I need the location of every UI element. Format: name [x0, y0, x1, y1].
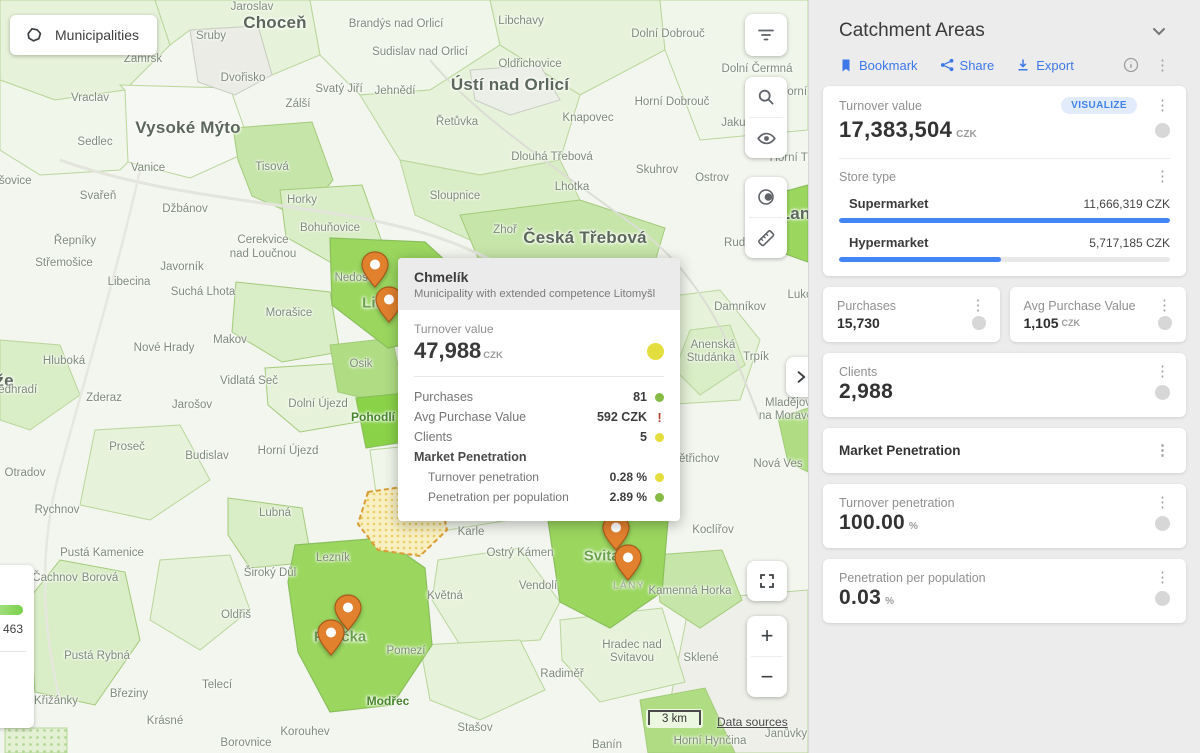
export-button[interactable]: Export: [1016, 58, 1074, 73]
metric-toggle[interactable]: [1155, 123, 1170, 138]
map-legend: 463: [0, 565, 34, 728]
sidebar-collapse-button[interactable]: [786, 357, 808, 397]
hypermarket-bar: [839, 257, 1170, 262]
map-pin[interactable]: [361, 251, 389, 289]
map-canvas[interactable]: JaroslavSrubyChoceňBrandýs nad OrlicíSud…: [0, 0, 808, 753]
ruler-icon: [756, 228, 776, 248]
kebab-menu-icon[interactable]: ⋮: [1147, 570, 1170, 585]
region-outline-icon: [24, 25, 44, 45]
status-dot-yellow: [655, 433, 664, 442]
data-sources-link[interactable]: Data sources: [717, 715, 788, 729]
penetration-population-card: Penetration per population ⋮ 0.03 %: [823, 559, 1186, 623]
kebab-menu-icon[interactable]: ⋮: [1155, 58, 1170, 73]
clients-card: Clients ⋮ 2,988: [823, 353, 1186, 417]
search-icon: [756, 87, 776, 107]
page-title: Catchment Areas: [839, 20, 985, 42]
fullscreen-button[interactable]: [747, 561, 787, 601]
municipalities-label: Municipalities: [55, 27, 139, 43]
popup-turnover-value: 47,988: [414, 338, 481, 364]
zoom-in-button[interactable]: +: [747, 616, 787, 656]
turnover-unit: CZK: [956, 129, 977, 140]
sidebar: Catchment Areas Bookmark Share Expo: [808, 0, 1200, 753]
turnover-penetration-card: Turnover penetration ⋮ 100.00 %: [823, 484, 1186, 548]
kebab-menu-icon[interactable]: ⋮: [1149, 298, 1172, 313]
visibility-button[interactable]: [745, 118, 787, 158]
store-type-section: Store type ⋮ Supermarket 11,666,319 CZK …: [823, 159, 1186, 276]
metric-toggle[interactable]: [1155, 591, 1170, 606]
chevron-down-icon[interactable]: [1148, 20, 1170, 42]
kebab-menu-icon[interactable]: ⋮: [1147, 98, 1170, 113]
kebab-menu-icon[interactable]: ⋮: [1147, 169, 1170, 184]
scale-bar: 3 km: [646, 709, 703, 728]
popup-subtitle: Municipality with extended competence Li…: [414, 288, 664, 300]
metric-toggle[interactable]: [972, 316, 986, 330]
map-pin[interactable]: [317, 619, 345, 657]
store-type-label: Store type: [839, 170, 896, 184]
legend-max-value: 463: [3, 622, 23, 636]
scale-label: 3 km: [648, 710, 701, 725]
purchases-card: Purchases ⋮ 15,730: [823, 287, 1000, 342]
popup-turnover-label: Turnover value: [414, 322, 664, 336]
fullscreen-icon: [757, 571, 777, 591]
status-dot-green: [655, 493, 664, 502]
popup-row-penetration-population: Penetration per population2.89 %: [414, 487, 664, 507]
metric-toggle[interactable]: [1155, 516, 1170, 531]
turnover-card: Turnover value VISUALIZE ⋮ 17,383,504 CZ…: [823, 86, 1186, 276]
info-icon[interactable]: [1123, 57, 1139, 73]
zoom-controls: + −: [747, 616, 787, 697]
search-button[interactable]: [745, 77, 787, 117]
kebab-menu-icon[interactable]: ⋮: [1147, 364, 1170, 379]
filter-icon: [756, 25, 776, 45]
contrast-icon: [756, 187, 776, 207]
contrast-button[interactable]: [745, 177, 787, 217]
popup-turnover-unit: CZK: [483, 350, 503, 361]
penetration-population-value: 0.03: [839, 586, 881, 610]
popup-header: Chmelík Municipality with extended compe…: [398, 258, 680, 310]
map-pin[interactable]: [614, 544, 642, 582]
export-icon: [1016, 58, 1030, 72]
filter-button[interactable]: [745, 14, 787, 56]
popup-row-avg-purchase: Avg Purchase Value592 CZK !: [414, 407, 664, 427]
kebab-menu-icon[interactable]: ⋮: [963, 298, 986, 313]
avg-purchase-card: Avg Purchase Value ⋮ 1,105 CZK: [1010, 287, 1187, 342]
eye-icon: [756, 128, 777, 149]
municipality-popup: Chmelík Municipality with extended compe…: [398, 258, 680, 521]
market-penetration-card: Market Penetration ⋮: [823, 428, 1186, 473]
turnover-penetration-value: 100.00: [839, 511, 905, 535]
alert-exclamation-icon: !: [655, 410, 664, 425]
kebab-menu-icon[interactable]: ⋮: [1147, 443, 1170, 458]
clients-value: 2,988: [839, 380, 893, 404]
zoom-out-button[interactable]: −: [747, 657, 787, 697]
status-dot-yellow: [647, 343, 664, 360]
status-dot-yellow: [655, 473, 664, 482]
bookmark-button[interactable]: Bookmark: [839, 58, 918, 73]
metric-toggle[interactable]: [1155, 385, 1170, 400]
kebab-menu-icon[interactable]: ⋮: [1147, 495, 1170, 510]
visualize-badge[interactable]: VISUALIZE: [1061, 97, 1137, 114]
popup-section-title: Market Penetration: [414, 447, 664, 467]
store-row-supermarket: Supermarket 11,666,319 CZK: [839, 184, 1170, 223]
legend-gradient: [0, 605, 23, 615]
popup-row-purchases: Purchases81: [414, 387, 664, 407]
avg-purchase-value: 1,105: [1024, 315, 1059, 331]
popup-row-clients: Clients5: [414, 427, 664, 447]
measure-button[interactable]: [745, 218, 787, 258]
contrast-measure-group: [745, 177, 787, 258]
purchases-value: 15,730: [837, 315, 880, 331]
popup-row-turnover-penetration: Turnover penetration0.28 %: [414, 467, 664, 487]
chevron-right-icon: [793, 369, 808, 385]
search-visibility-group: [745, 77, 787, 158]
metric-toggle[interactable]: [1158, 316, 1172, 330]
store-row-hypermarket: Hypermarket 5,717,185 CZK: [839, 223, 1170, 262]
status-dot-green: [655, 393, 664, 402]
bookmark-icon: [839, 58, 853, 73]
turnover-label: Turnover value: [839, 99, 922, 113]
share-icon: [940, 58, 954, 72]
municipalities-button[interactable]: Municipalities: [10, 15, 157, 55]
turnover-value: 17,383,504: [839, 117, 952, 143]
popup-title: Chmelík: [414, 269, 664, 285]
share-button[interactable]: Share: [940, 58, 995, 73]
